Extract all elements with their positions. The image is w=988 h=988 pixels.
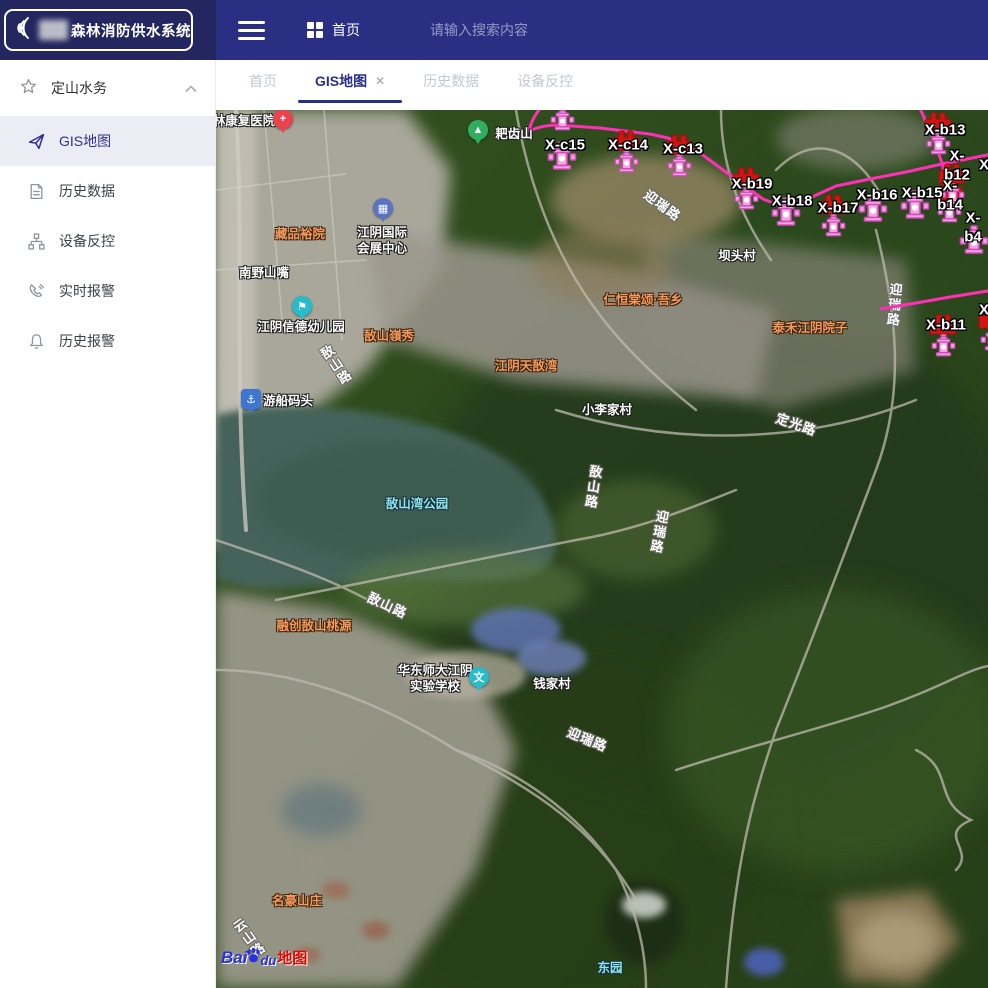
hydrant-marker[interactable] (858, 193, 888, 228)
sidebar-item-设备反控[interactable]: 设备反控 (0, 216, 215, 266)
alarm-badge-icon (731, 167, 761, 193)
collapse-menu-icon[interactable] (238, 21, 265, 40)
poi-pin-icon[interactable]: ⚓ (241, 389, 261, 409)
alarm-badge-icon (611, 130, 641, 156)
sidebar-item-历史数据[interactable]: 历史数据 (0, 166, 215, 216)
baidu-paw-icon (246, 947, 261, 968)
poi-pin-icon[interactable]: 文 (469, 667, 489, 687)
sidebar-item-label: 历史报警 (59, 331, 115, 351)
pin-glyph: 文 (474, 669, 485, 685)
header-logo-area: 森林消防供水系统 (0, 0, 216, 60)
fire-hydrant-icon (959, 225, 988, 260)
phone-icon (28, 283, 45, 300)
poi-pin-icon[interactable]: ▲ (468, 120, 488, 140)
nav-home[interactable]: 首页 (307, 20, 360, 40)
alarm-badge-icon (937, 163, 967, 189)
tab-历史数据[interactable]: 历史数据 (404, 60, 498, 101)
pin-glyph: ⚑ (297, 300, 307, 313)
hydrant-marker[interactable] (959, 225, 988, 260)
sidebar-group-dingshan[interactable]: 定山水务 (0, 60, 215, 116)
sidebar-group-label: 定山水务 (51, 78, 185, 98)
baidu-map-attribution: Bai du 地图 (221, 947, 307, 968)
tab-首页[interactable]: 首页 (230, 60, 296, 101)
tab-设备反控[interactable]: 设备反控 (498, 60, 592, 101)
tab-label: 设备反控 (517, 71, 573, 91)
hydrant-marker-alarm[interactable] (664, 134, 694, 182)
tab-label: 历史数据 (423, 71, 479, 91)
nav-home-label: 首页 (332, 20, 360, 40)
pin-glyph: + (280, 113, 286, 125)
baidu-brand-text-2: du (260, 953, 276, 968)
sidebar-item-label: GIS地图 (59, 131, 111, 151)
redacted-logo-text (39, 20, 68, 40)
fire-hydrant-icon (547, 141, 577, 176)
tab-label: GIS地图 (315, 71, 367, 91)
sidebar-item-label: 实时报警 (59, 281, 115, 301)
hydrant-marker-alarm[interactable] (928, 314, 958, 362)
app-title: 森林消防供水系统 (71, 20, 191, 41)
pin-glyph: ⚓ (246, 393, 256, 406)
hydrant-marker-alarm[interactable] (731, 167, 761, 215)
gis-map-canvas[interactable]: Bai du 地图 林康复医院+耙齿山▲江阴国际 会展中心▦藏品裕院南野山嘴仁恒… (216, 110, 988, 988)
tab-bar: 首页 GIS地图 ✕ 历史数据 设备反控 (216, 60, 988, 110)
tab-GIS地图[interactable]: GIS地图 ✕ (296, 60, 404, 101)
sidebar-item-GIS地图[interactable]: GIS地图 (0, 116, 215, 166)
alarm-badge-icon (818, 194, 848, 220)
sidebar-item-label: 设备反控 (59, 231, 115, 251)
baidu-product-text: 地图 (277, 947, 307, 968)
alarm-badge-icon (547, 110, 577, 114)
sidebar-item-label: 历史数据 (59, 181, 115, 201)
baidu-brand-text: Bai (221, 948, 247, 968)
pipeline-path (880, 290, 988, 309)
sidebar-item-历史报警[interactable]: 历史报警 (0, 316, 215, 366)
fire-hydrant-icon (858, 193, 888, 228)
sidebar-item-实时报警[interactable]: 实时报警 (0, 266, 215, 316)
document-icon (28, 183, 45, 200)
app-logo: 森林消防供水系统 (4, 9, 193, 51)
header-toolbar: 首页 请输入搜索内容 (216, 0, 988, 60)
alarm-badge-icon (977, 308, 988, 334)
pin-glyph: ▦ (378, 202, 388, 215)
search-input[interactable]: 请输入搜索内容 (430, 20, 528, 40)
hydrant-marker[interactable] (900, 190, 930, 225)
pipeline-layer (216, 110, 988, 988)
poi-pin-icon[interactable]: ▦ (373, 198, 393, 218)
fire-hydrant-icon (900, 190, 930, 225)
alarm-badge-icon (923, 112, 953, 138)
hydrant-marker[interactable] (771, 197, 801, 232)
hydrant-marker-alarm[interactable] (923, 112, 953, 160)
alarm-badge-icon (664, 134, 694, 160)
fire-hydrant-icon (771, 197, 801, 232)
send-icon (28, 133, 45, 150)
poi-pin-icon[interactable]: + (273, 110, 293, 129)
hydrant-marker-alarm[interactable] (977, 308, 988, 356)
hydrant-marker[interactable] (547, 141, 577, 176)
bell-icon (28, 333, 45, 350)
sitemap-icon (28, 233, 45, 250)
hydrant-marker-alarm[interactable] (937, 163, 967, 211)
grid-icon (307, 22, 323, 38)
sonar-logo-icon (13, 16, 35, 45)
pin-glyph: ▲ (473, 124, 484, 136)
poi-pin-icon[interactable]: ⚑ (292, 296, 312, 316)
tab-label: 首页 (249, 71, 277, 91)
star-icon (20, 78, 37, 98)
hydrant-marker-alarm[interactable] (818, 194, 848, 242)
sidebar: 定山水务 GIS地图历史数据设备反控实时报警历史报警 (0, 60, 216, 988)
hydrant-marker-alarm[interactable] (547, 110, 577, 136)
top-header: 森林消防供水系统 首页 请输入搜索内容 (0, 0, 988, 60)
alarm-badge-icon (928, 314, 958, 340)
close-tab-icon[interactable]: ✕ (375, 74, 385, 88)
hydrant-marker-alarm[interactable] (611, 130, 641, 178)
chevron-up-icon (185, 80, 197, 96)
